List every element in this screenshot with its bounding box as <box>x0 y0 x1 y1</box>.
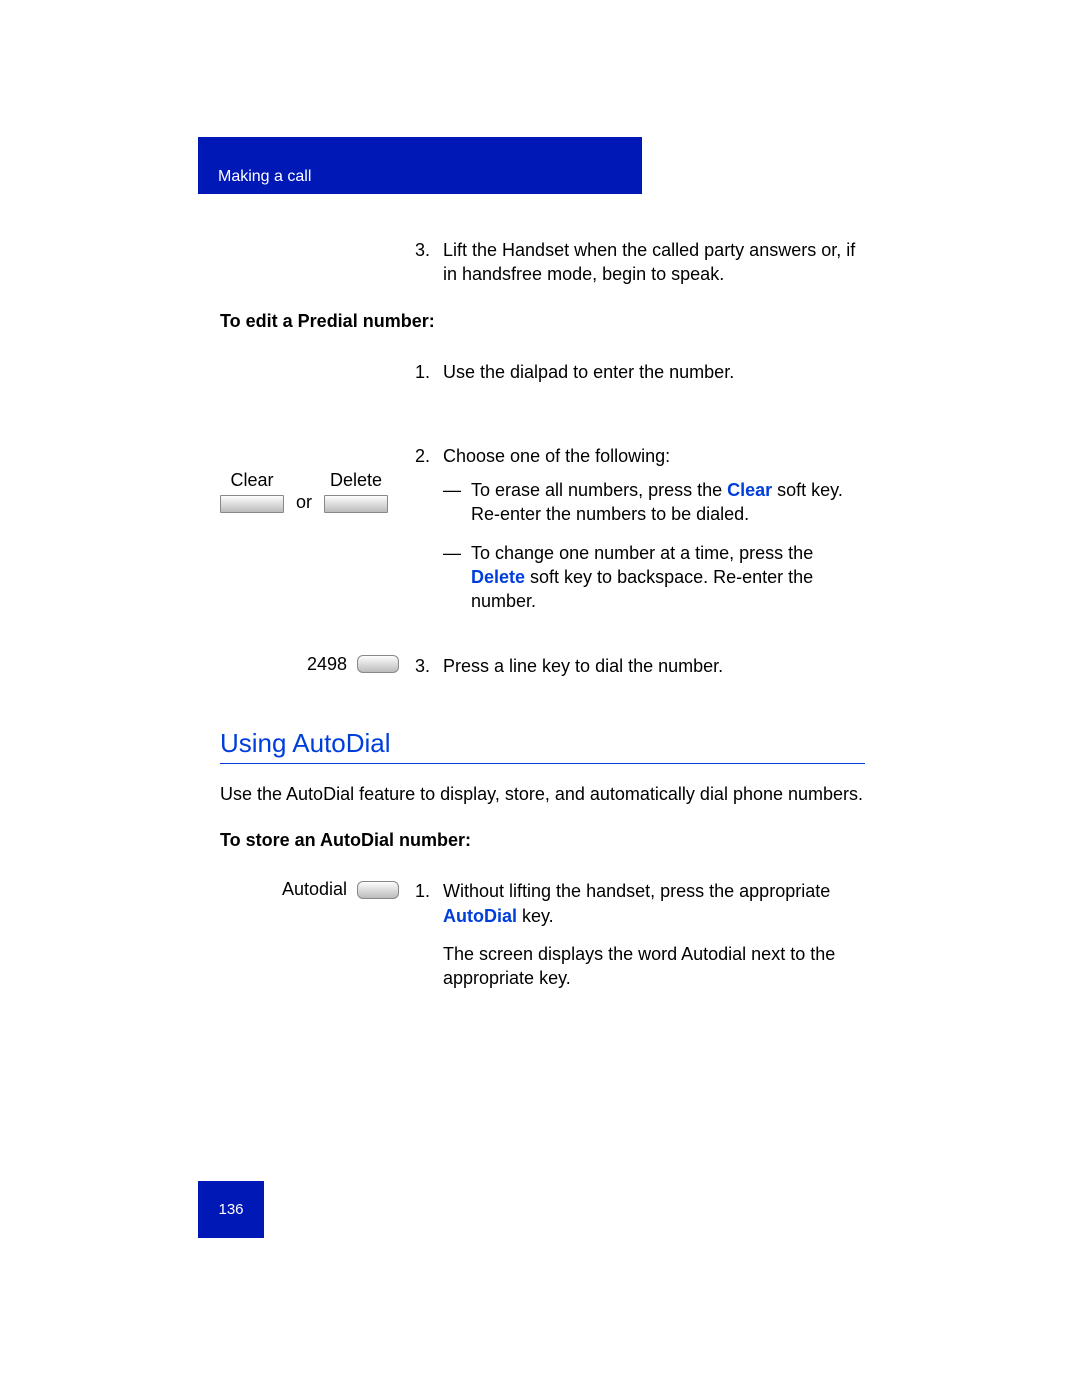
page-number: 136 <box>218 1201 243 1218</box>
or-text: or <box>296 470 312 513</box>
delete-softkey-item: Delete <box>324 470 388 518</box>
clear-softkey-item: Clear <box>220 470 284 518</box>
ad1-para2: The screen displays the word Autodial ne… <box>443 944 835 988</box>
bullet-dash: — <box>443 478 471 527</box>
ad1-pre: Without lifting the handset, press the a… <box>443 881 830 901</box>
step2-content: Choose one of the following: — To erase … <box>443 444 865 628</box>
autodial-step1-text: Without lifting the handset, press the a… <box>443 879 865 990</box>
list-text: Use the dialpad to enter the number. <box>443 360 734 384</box>
bullet-row: — To erase all numbers, press the Clear … <box>443 478 865 527</box>
step2-intro: Choose one of the following: <box>443 446 670 466</box>
autodial-section-title: Using AutoDial <box>220 728 865 764</box>
clear-keyword: Clear <box>727 480 772 500</box>
footer-bar: 136 <box>198 1181 264 1238</box>
delete-label: Delete <box>324 470 388 491</box>
softkey-group: Clear or Delete <box>220 470 415 518</box>
bullet-text: To erase all numbers, press the Clear so… <box>471 478 865 527</box>
autodial-heading: To store an AutoDial number: <box>220 830 865 851</box>
page-content: 3. Lift the Handset when the called part… <box>220 238 865 998</box>
predial-heading: To edit a Predial number: <box>220 311 865 332</box>
list-text: Press a line key to dial the number. <box>443 654 723 678</box>
bullet-row: — To change one number at a time, press … <box>443 541 865 614</box>
delete-keyword: Delete <box>471 567 525 587</box>
autodial-key-button[interactable] <box>357 881 399 899</box>
predial-step1-row: 1. Use the dialpad to enter the number. <box>220 360 865 384</box>
ad1-post: key. <box>517 906 554 926</box>
list-text: Lift the Handset when the called party a… <box>443 238 865 287</box>
predial-step3-row: 2498 3. Press a line key to dial the num… <box>220 654 865 678</box>
linekey-label: 2498 <box>307 654 347 675</box>
linekey-group: 2498 <box>220 654 415 675</box>
b1-pre: To erase all numbers, press the <box>471 480 727 500</box>
bullet-list: — To erase all numbers, press the Clear … <box>443 478 865 613</box>
list-number: 1. <box>415 360 443 384</box>
step-3-row: 3. Lift the Handset when the called part… <box>220 238 865 287</box>
header-bar: Making a call <box>198 137 642 194</box>
autodial-step1-row: Autodial 1. Without lifting the handset,… <box>220 879 865 990</box>
predial-step2-row: Clear or Delete 2. Choose one of the fol… <box>220 444 865 628</box>
autodial-key-group: Autodial <box>220 879 415 900</box>
autodial-keyword: AutoDial <box>443 906 517 926</box>
list-number: 1. <box>415 879 443 990</box>
line-key-button[interactable] <box>357 655 399 673</box>
list-number: 3. <box>415 654 443 678</box>
autodial-key-label: Autodial <box>282 879 347 900</box>
list-number: 3. <box>415 238 443 287</box>
bullet-dash: — <box>443 541 471 614</box>
list-number: 2. <box>415 444 443 628</box>
header-section-title: Making a call <box>218 168 311 186</box>
clear-label: Clear <box>220 470 284 491</box>
autodial-intro: Use the AutoDial feature to display, sto… <box>220 782 865 806</box>
clear-softkey-button[interactable] <box>220 495 284 513</box>
delete-softkey-button[interactable] <box>324 495 388 513</box>
b2-pre: To change one number at a time, press th… <box>471 543 813 563</box>
bullet-text: To change one number at a time, press th… <box>471 541 865 614</box>
